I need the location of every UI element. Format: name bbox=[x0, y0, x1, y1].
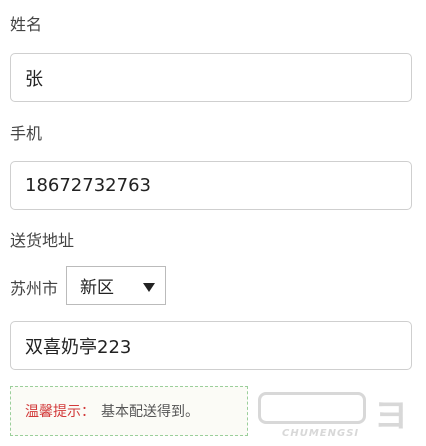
watermark-glyph-icon: ヨ bbox=[374, 396, 408, 436]
watermark-box bbox=[258, 392, 366, 424]
city-label: 苏州市 bbox=[10, 279, 59, 298]
watermark-logo: ヨ CHUMENGSI bbox=[256, 388, 424, 444]
watermark-text: CHUMENGSI bbox=[282, 428, 360, 439]
name-label: 姓名 bbox=[10, 15, 43, 34]
notice-box: 温馨提示： 基本配送得到。 bbox=[10, 386, 248, 436]
district-value: 新区 bbox=[80, 278, 114, 298]
street-value: 双喜奶亭223 bbox=[25, 336, 132, 358]
notice-title: 温馨提示： bbox=[25, 404, 95, 420]
chevron-down-icon bbox=[143, 282, 155, 292]
phone-label: 手机 bbox=[10, 124, 43, 143]
phone-value: 18672732763 bbox=[25, 175, 151, 196]
name-field[interactable]: 张 bbox=[10, 53, 412, 102]
address-label: 送货地址 bbox=[10, 231, 75, 250]
phone-field[interactable]: 18672732763 bbox=[10, 161, 412, 210]
notice-text: 基本配送得到。 bbox=[101, 404, 199, 420]
name-value: 张 bbox=[25, 68, 43, 90]
district-select[interactable]: 新区 bbox=[66, 266, 166, 305]
street-field[interactable]: 双喜奶亭223 bbox=[10, 321, 412, 370]
